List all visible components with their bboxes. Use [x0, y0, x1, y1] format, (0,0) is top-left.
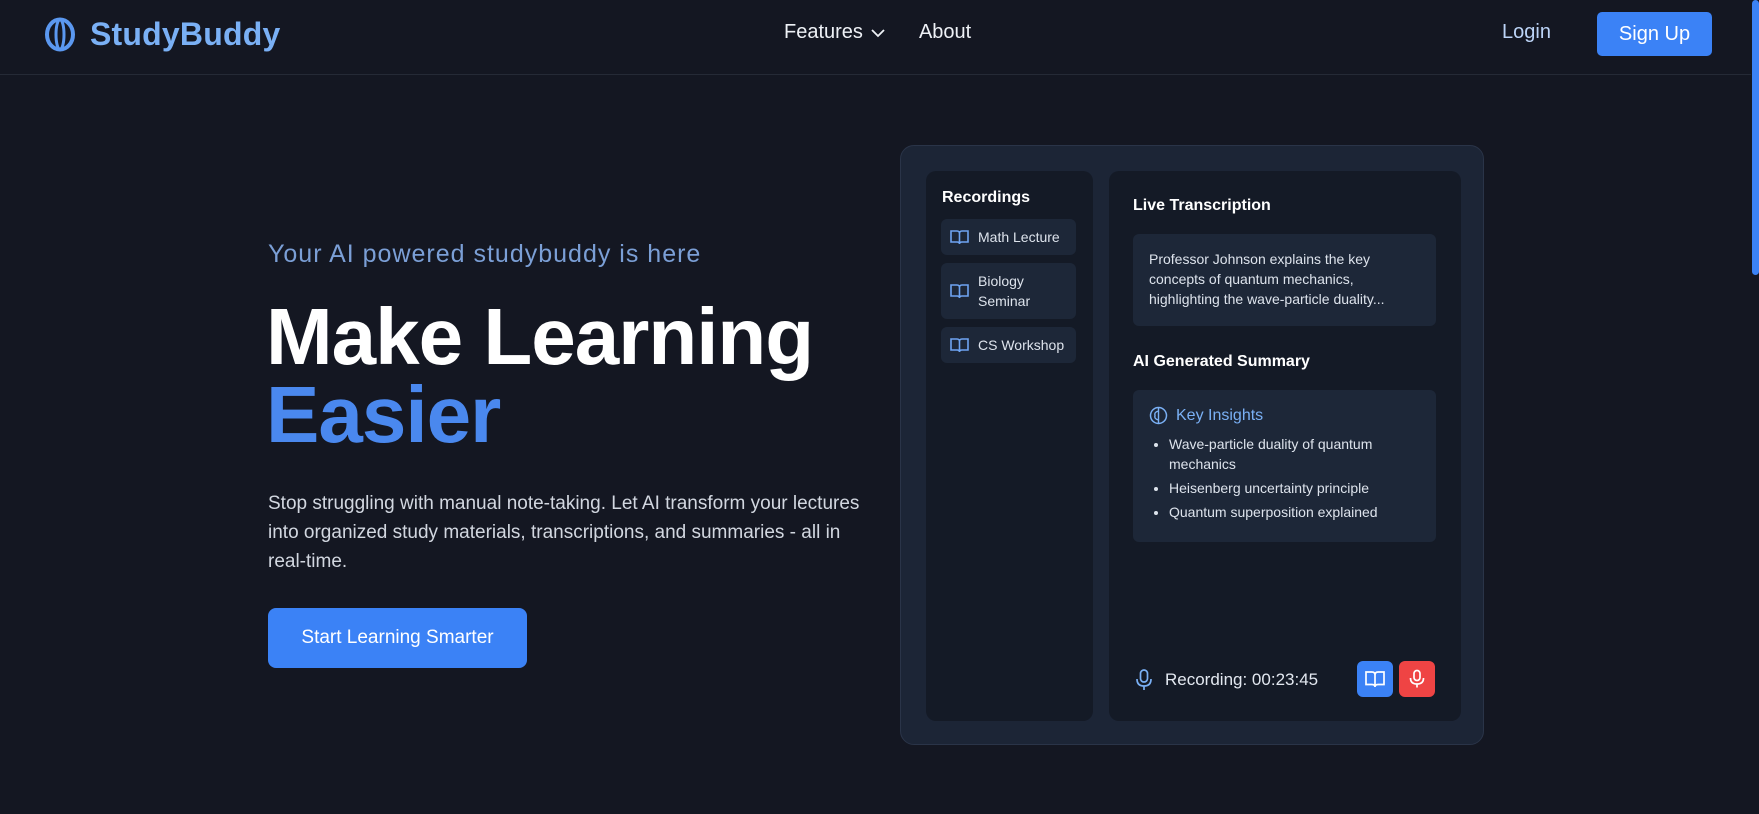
- mic-icon: [1409, 669, 1425, 688]
- recordings-panel: Recordings Math Lecture Biology Seminar …: [926, 171, 1093, 721]
- live-transcription-title: Live Transcription: [1133, 197, 1271, 214]
- signup-button[interactable]: Sign Up: [1597, 12, 1712, 56]
- scrollbar[interactable]: [1751, 0, 1759, 814]
- notes-button[interactable]: [1357, 661, 1393, 697]
- headline-line-1: Make Learning: [266, 292, 814, 381]
- recording-item[interactable]: CS Workshop: [941, 327, 1076, 363]
- key-insights-title: Key Insights: [1176, 406, 1264, 424]
- hero-tagline: Your AI powered studybuddy is here: [268, 240, 702, 268]
- summary-title: AI Generated Summary: [1133, 353, 1310, 370]
- insight-item: Heisenberg uncertainty principle: [1169, 478, 1420, 498]
- brand-name: StudyBuddy: [90, 16, 281, 52]
- book-open-icon: [950, 338, 969, 353]
- insights-list: Wave-particle duality of quantum mechani…: [1149, 434, 1420, 522]
- recording-item-label: Biology Seminar: [978, 273, 1031, 309]
- logo-icon: [45, 17, 75, 52]
- recording-timer: Recording: 00:23:45: [1165, 670, 1319, 689]
- nav-about[interactable]: About: [919, 21, 971, 44]
- start-learning-button[interactable]: Start Learning Smarter: [268, 608, 527, 668]
- recording-item-label: Math Lecture: [978, 229, 1060, 245]
- record-button[interactable]: [1399, 661, 1435, 697]
- key-insights-header: Key Insights: [1149, 406, 1420, 425]
- insight-item: Wave-particle duality of quantum mechani…: [1169, 434, 1420, 474]
- hero-headline: Make Learning Easier: [266, 297, 814, 459]
- recording-status: Recording: 00:23:45: [1133, 668, 1318, 692]
- book-open-icon: [1365, 671, 1385, 688]
- book-open-icon: [950, 284, 969, 299]
- app-preview: Recordings Math Lecture Biology Seminar …: [900, 145, 1484, 745]
- transcription-panel: Live Transcription Professor Johnson exp…: [1109, 171, 1461, 721]
- insight-item: Quantum superposition explained: [1169, 502, 1420, 522]
- summary-box: Key Insights Wave-particle duality of qu…: [1133, 390, 1436, 542]
- nav-features-label: Features: [784, 21, 863, 43]
- scrollbar-thumb[interactable]: [1752, 0, 1759, 275]
- nav-features[interactable]: Features: [784, 21, 885, 44]
- recordings-title: Recordings: [942, 189, 1031, 206]
- headline-line-2: Easier: [266, 370, 501, 459]
- hero-description: Stop struggling with manual note-taking.…: [268, 493, 860, 572]
- recording-item[interactable]: Biology Seminar: [941, 263, 1076, 319]
- navbar: StudyBuddy Features About Login Sign Up: [0, 0, 1759, 75]
- recording-item[interactable]: Math Lecture: [941, 219, 1076, 255]
- transcription-text: Professor Johnson explains the key conce…: [1133, 234, 1436, 326]
- login-link[interactable]: Login: [1502, 21, 1551, 44]
- chevron-down-icon: [871, 28, 885, 37]
- recording-item-label: CS Workshop: [978, 337, 1065, 353]
- brain-icon: [1149, 406, 1168, 425]
- book-open-icon: [950, 230, 969, 245]
- mic-icon: [1136, 669, 1152, 690]
- brand[interactable]: StudyBuddy: [44, 16, 280, 53]
- main-nav: Features About: [784, 21, 971, 44]
